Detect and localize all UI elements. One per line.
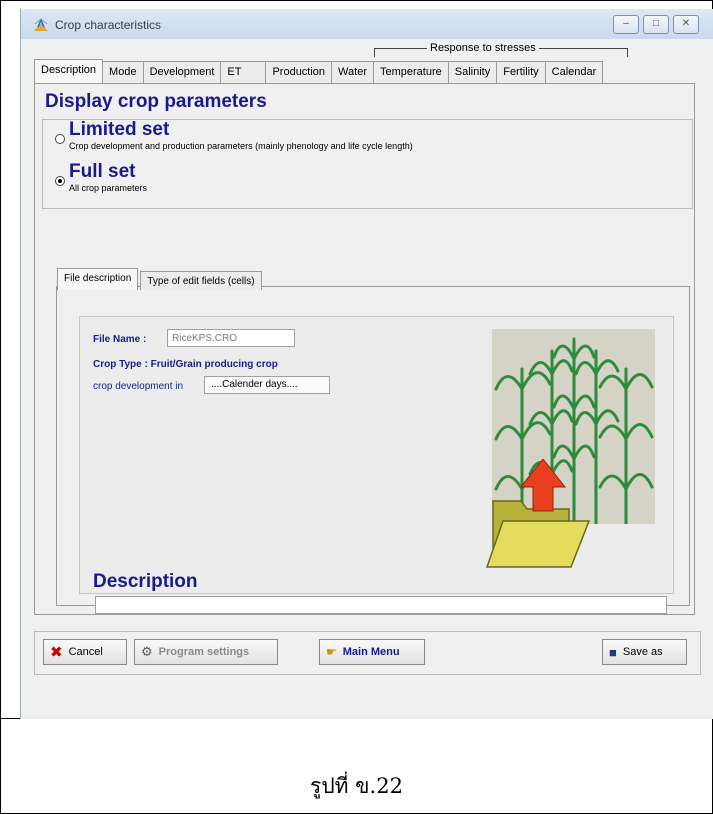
limited-set-description: Crop development and production paramete… <box>69 141 413 151</box>
cancel-icon: ✖ <box>50 644 63 661</box>
full-set-description: All crop parameters <box>69 183 148 193</box>
save-as-button[interactable]: ■ Save as <box>602 639 687 665</box>
save-disk-icon: ■ <box>609 644 617 660</box>
tab-calendar[interactable]: Calendar <box>544 61 604 83</box>
tab-development[interactable]: Development <box>142 61 222 83</box>
tab-et[interactable]: ET <box>220 61 267 83</box>
display-parameters-heading: Display crop parameters <box>45 91 267 112</box>
title-bar[interactable]: Crop characteristics – □ ✕ <box>21 9 713 39</box>
description-heading: Description <box>93 571 198 592</box>
tab-salinity[interactable]: Salinity <box>447 61 498 83</box>
main-tabs: Description Mode Development ET Producti… <box>34 59 604 83</box>
tab-file-description[interactable]: File description <box>57 268 139 290</box>
description-field[interactable] <box>95 596 667 614</box>
app-icon <box>34 18 48 31</box>
cancel-button[interactable]: ✖ Cancel <box>43 639 127 665</box>
tab-water[interactable]: Water <box>331 61 374 83</box>
file-name-label: File Name : <box>93 334 147 345</box>
crop-type-label: Crop Type : Fruit/Grain producing crop <box>93 359 278 370</box>
full-set-radio[interactable] <box>55 176 65 186</box>
window-client: Response to stresses Description Mode De… <box>21 39 713 719</box>
pointing-hand-icon: ☛ <box>326 645 337 659</box>
program-settings-button[interactable]: ⚙ Program settings <box>134 639 278 665</box>
file-name-field[interactable]: RiceKPS.CRO <box>167 329 295 347</box>
full-set-label[interactable]: Full set <box>69 161 136 183</box>
tab-description[interactable]: Description <box>34 59 104 83</box>
window-title: Crop characteristics <box>55 18 162 32</box>
main-menu-button[interactable]: ☛ Main Menu <box>319 639 425 665</box>
crop-characteristics-window: Crop characteristics – □ ✕ Response to s… <box>20 9 713 719</box>
cancel-label: Cancel <box>68 646 103 658</box>
program-settings-label: Program settings <box>158 646 250 658</box>
tab-production[interactable]: Production <box>265 61 333 83</box>
limited-set-radio[interactable] <box>55 134 65 144</box>
maximize-button[interactable]: □ <box>643 15 669 34</box>
figure-caption: รูปที่ ข.22 <box>310 774 403 798</box>
limited-set-label[interactable]: Limited set <box>69 119 169 141</box>
crop-development-select[interactable]: ....Calender days.... <box>204 376 330 394</box>
open-folder-icon <box>485 459 591 568</box>
stress-group-label: Response to stresses <box>427 42 539 54</box>
tab-mode[interactable]: Mode <box>102 61 144 83</box>
sub-tabs: File description Type of edit fields (ce… <box>57 268 264 290</box>
close-button[interactable]: ✕ <box>673 15 699 34</box>
minimize-button[interactable]: – <box>613 15 639 34</box>
save-as-label: Save as <box>622 646 663 658</box>
crop-development-label: crop development in <box>93 381 184 392</box>
settings-icon: ⚙ <box>141 644 153 659</box>
main-menu-label: Main Menu <box>342 646 400 658</box>
tab-temperature[interactable]: Temperature <box>372 61 449 83</box>
tab-edit-field-types[interactable]: Type of edit fields (cells) <box>140 271 262 290</box>
tab-fertility[interactable]: Fertility <box>496 61 546 83</box>
